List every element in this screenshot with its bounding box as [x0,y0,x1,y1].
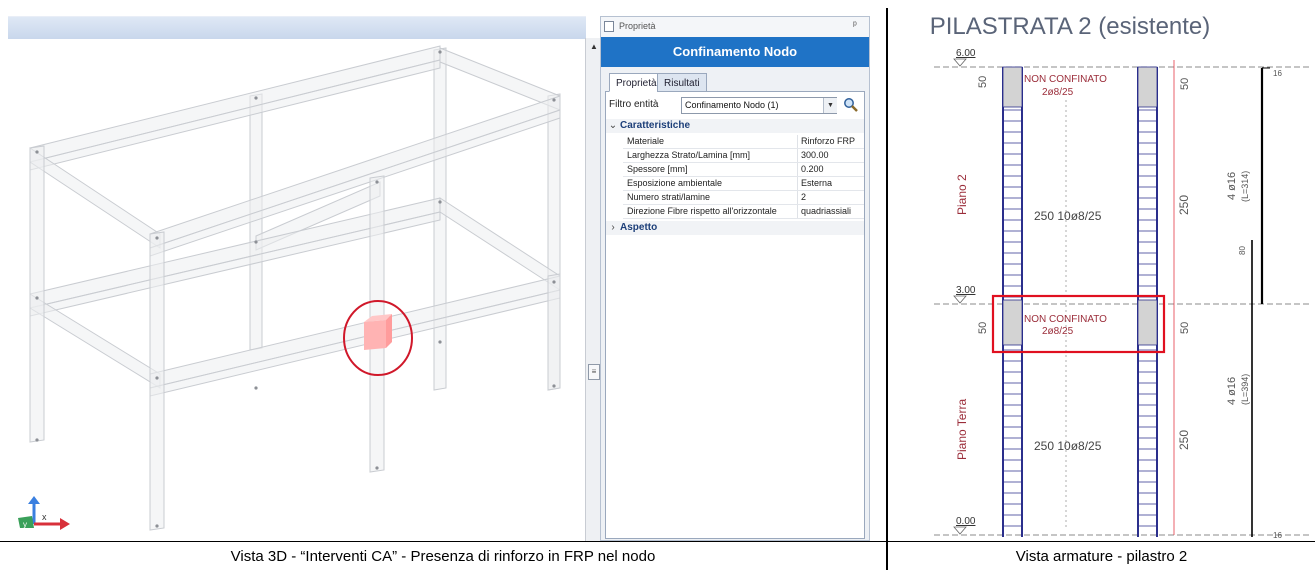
vertical-divider [886,8,888,541]
properties-window-icon [604,21,614,32]
panel-header: Confinamento Nodo [601,37,869,67]
viewport-toolbar [8,16,586,39]
reinforcement-drawing: PILASTRATA 2 (esistente) 6.00 3.00 0.00 … [930,13,1310,540]
section-caratteristiche[interactable]: ⌄ Caratteristiche [606,119,864,133]
level-label: 0.00 [956,516,976,527]
pin-icon[interactable]: ᵖ [853,20,857,31]
property-key: Materiale [627,136,665,146]
level-label: 6.00 [956,48,976,59]
scroll-thumb[interactable]: ≡ [588,364,600,380]
zone-label: NON CONFINATO [1024,74,1107,85]
zone-sub: 2ø8/25 [1042,87,1074,98]
search-icon[interactable] [843,97,859,113]
property-row[interactable]: Direzione Fibre rispetto all'orizzontale… [623,205,864,219]
dim-label: 250 [1177,195,1191,215]
property-value: Esterna [797,177,867,190]
bar-label: (L=394) [1240,374,1250,405]
dim-label: 50 [977,76,989,88]
properties-panel: Proprietà ᵖ Confinamento Nodo Proprietà … [600,16,870,541]
bar-label: 16 [1273,531,1282,540]
svg-text:y: y [23,520,27,529]
property-key: Direzione Fibre rispetto all'orizzontale [627,206,777,216]
caption-left: Vista 3D - “Interventi CA” - Presenza di… [230,548,656,565]
3d-viewport[interactable]: x y [0,0,586,541]
property-value: quadriassiali [797,205,867,218]
chevron-down-icon: ⌄ [608,120,618,131]
drawing-title: PILASTRATA 2 (esistente) [930,13,1211,40]
floor-label: Piano Terra [955,399,969,460]
chevron-down-icon[interactable]: ▼ [823,98,837,113]
bar-label: (L=314) [1240,171,1250,202]
bar-label: 16 [1273,69,1282,78]
caption-rule [0,541,1315,542]
3d-frame-model[interactable] [0,38,586,541]
tab-proprieta[interactable]: Proprietà [609,73,664,92]
caption-right: Vista armature - pilastro 2 [1015,548,1188,565]
filter-select[interactable]: Confinamento Nodo (1) ▼ [681,97,837,114]
property-value: 2 [797,191,867,204]
property-value: Rinforzo FRP [797,135,867,148]
zone-sub: 2ø8/25 [1042,326,1074,337]
bar-label: 4 ø16 [1226,172,1238,200]
property-key: Larghezza Strato/Lamina [mm] [627,150,751,160]
property-row[interactable]: Larghezza Strato/Lamina [mm] 300.00 [623,149,864,163]
stirrup-label: 250 10ø8/25 [1034,439,1102,453]
section-aspetto[interactable]: › Aspetto [606,221,864,235]
column-cages [1002,67,1158,537]
axis-triad-icon: x y [16,496,72,530]
frp-node-cube[interactable] [364,314,392,350]
property-row[interactable]: Materiale Rinforzo FRP [623,135,864,149]
dim-label: 50 [1179,322,1191,334]
bar-label: 4 ø16 [1226,377,1238,405]
svg-text:x: x [42,512,47,522]
stirrup-label: 250 10ø8/25 [1034,209,1102,223]
property-key: Numero strati/lamine [627,192,711,202]
panel-window-title: Proprietà [619,21,656,31]
property-value: 0.200 [797,163,867,176]
zone-label: NON CONFINATO [1024,314,1107,325]
filter-value: Confinamento Nodo (1) [685,100,779,110]
property-key: Esposizione ambientale [627,178,723,188]
dim-label: 50 [977,322,989,334]
property-row[interactable]: Numero strati/lamine 2 [623,191,864,205]
section-label: Aspetto [620,222,658,233]
property-row[interactable]: Esposizione ambientale Esterna [623,177,864,191]
property-value: 300.00 [797,149,867,162]
filter-label: Filtro entità [609,99,659,110]
property-key: Spessore [mm] [627,164,688,174]
bar-label: 80 [1238,246,1247,255]
chevron-right-icon: › [611,222,615,233]
panel-titlebar: Proprietà ᵖ [601,17,869,38]
floor-label: Piano 2 [955,174,969,215]
tab-risultati[interactable]: Risultati [657,73,707,92]
dim-label: 50 [1179,78,1191,90]
dim-label: 250 [1177,430,1191,450]
level-label: 3.00 [956,285,976,296]
property-row[interactable]: Spessore [mm] 0.200 [623,163,864,177]
section-label: Caratteristiche [620,120,691,131]
